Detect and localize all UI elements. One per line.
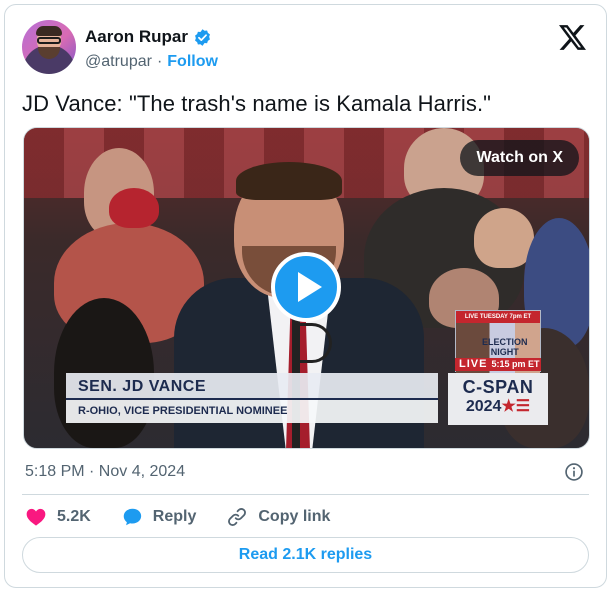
like-count: 5.2K xyxy=(57,508,91,525)
tweet-timestamp[interactable]: 5:18 PM · Nov 4, 2024 xyxy=(25,463,185,481)
copy-link-label: Copy link xyxy=(258,508,331,525)
live-time: 5:15 pm ET xyxy=(491,359,540,369)
play-button[interactable] xyxy=(271,252,341,322)
verified-badge-icon xyxy=(195,28,210,46)
info-icon[interactable] xyxy=(564,462,584,482)
chyron-title: R-OHIO, VICE PRESIDENTIAL NOMINEE xyxy=(66,400,438,423)
play-icon xyxy=(298,272,322,302)
x-logo-icon[interactable] xyxy=(559,25,586,50)
reply-icon xyxy=(123,508,141,526)
promo-headline: ELECTION NIGHT xyxy=(482,337,528,357)
live-label: LIVE xyxy=(459,358,488,370)
crowd-person xyxy=(474,208,534,268)
tweet-card: Aaron Rupar @atrupar · Follow JD Vance: … xyxy=(4,4,607,588)
watch-on-x-button[interactable]: Watch on X xyxy=(460,140,579,176)
follow-button[interactable]: Follow xyxy=(167,53,218,71)
reply-label: Reply xyxy=(152,508,197,525)
handle-separator: · xyxy=(156,53,163,70)
network-logo: C-SPAN 2024★☰ xyxy=(448,373,548,425)
read-replies-button[interactable]: Read 2.1K replies xyxy=(22,537,589,573)
promo-headline-2: NIGHT xyxy=(490,347,519,357)
author-name[interactable]: Aaron Rupar xyxy=(85,27,188,47)
crowd-person xyxy=(109,188,159,228)
avatar-glasses xyxy=(37,37,61,44)
avatar-beard xyxy=(38,47,60,59)
copy-link-button[interactable]: Copy link xyxy=(226,506,330,528)
author-name-row: Aaron Rupar xyxy=(85,27,212,47)
heart-icon xyxy=(26,508,46,526)
chyron-name: SEN. JD VANCE xyxy=(66,373,438,400)
network-star-mark: ★☰ xyxy=(501,398,531,415)
author-handle[interactable]: @atrupar xyxy=(85,53,152,71)
network-name: C-SPAN xyxy=(462,377,534,397)
author-avatar[interactable] xyxy=(22,20,76,74)
chyron: SEN. JD VANCE R-OHIO, VICE PRESIDENTIAL … xyxy=(66,373,438,425)
reply-button[interactable]: Reply xyxy=(121,506,197,528)
video-player[interactable]: Watch on X SEN. JD VANCE R-OHIO, VICE PR… xyxy=(23,127,590,449)
live-indicator: LIVE 5:15 pm ET xyxy=(455,358,541,371)
avatar-hair xyxy=(36,26,62,36)
promo-headline-1: ELECTION xyxy=(482,337,528,347)
author-handle-row: @atrupar · Follow xyxy=(85,53,218,71)
speaker-hair xyxy=(236,162,342,200)
action-bar: 5.2K Reply Copy link xyxy=(25,505,360,529)
network-year-text: 2024 xyxy=(465,398,502,415)
divider xyxy=(22,494,589,495)
link-icon xyxy=(228,508,247,526)
like-button[interactable]: 5.2K xyxy=(25,506,91,528)
microphone-cable xyxy=(292,323,332,363)
tweet-text: JD Vance: "The trash's name is Kamala Ha… xyxy=(22,91,492,116)
promo-banner: LIVE TUESDAY 7pm ET xyxy=(456,311,540,323)
network-year: 2024★☰ xyxy=(448,396,548,416)
